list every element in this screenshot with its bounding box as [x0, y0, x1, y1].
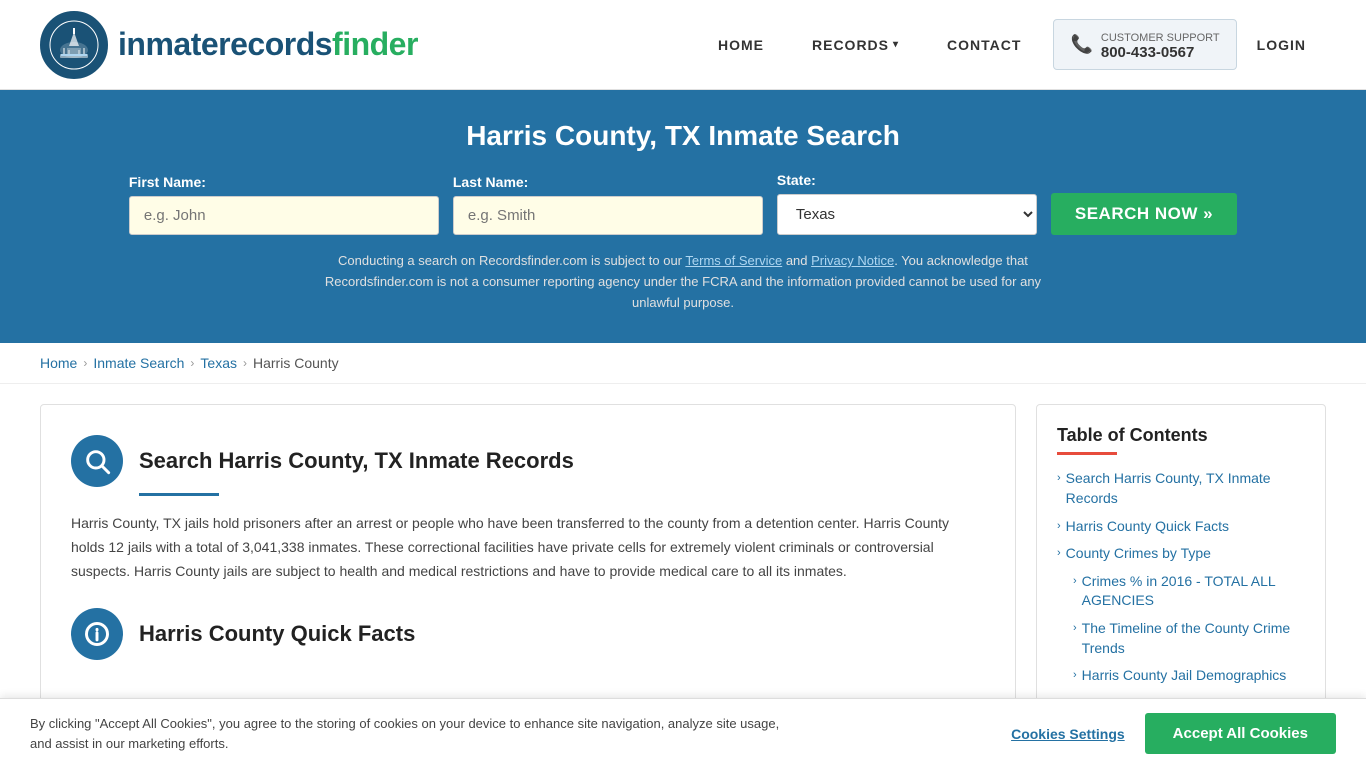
- logo-icon: [40, 11, 108, 79]
- breadcrumb-inmate-search[interactable]: Inmate Search: [93, 355, 184, 371]
- phone-icon: 📞: [1070, 34, 1092, 55]
- chevron-down-icon: ▾: [893, 39, 899, 50]
- site-header: inmaterecordsfinder HOME RECORDS ▾ CONTA…: [0, 0, 1366, 90]
- cookie-actions: Cookies Settings Accept All Cookies: [1011, 713, 1336, 754]
- first-name-input[interactable]: [129, 196, 439, 235]
- breadcrumb-current: Harris County: [253, 355, 339, 371]
- section2-header: Harris County Quick Facts: [71, 608, 985, 660]
- toc-item-1: › Search Harris County, TX Inmate Record…: [1057, 469, 1305, 508]
- toc-link-2[interactable]: › Harris County Quick Facts: [1057, 517, 1305, 537]
- chevron-right-icon: ›: [1073, 574, 1077, 589]
- search-form: First Name: Last Name: State: Texas SEAR…: [40, 172, 1326, 235]
- customer-support-button[interactable]: 📞 CUSTOMER SUPPORT 800-433-0567: [1053, 19, 1236, 70]
- breadcrumb-texas[interactable]: Texas: [200, 355, 237, 371]
- hero-section: Harris County, TX Inmate Search First Na…: [0, 90, 1366, 343]
- logo-text: inmaterecordsfinder: [118, 26, 418, 63]
- toc-link-3[interactable]: › County Crimes by Type: [1057, 544, 1305, 564]
- quick-facts-icon-circle: [71, 608, 123, 660]
- last-name-group: Last Name:: [453, 174, 763, 235]
- breadcrumb: Home › Inmate Search › Texas › Harris Co…: [0, 343, 1366, 384]
- chevron-right-icon: ›: [1057, 546, 1061, 561]
- toc-link-6[interactable]: › Harris County Jail Demographics: [1073, 666, 1305, 686]
- section1-title: Search Harris County, TX Inmate Records: [139, 448, 574, 474]
- hero-title: Harris County, TX Inmate Search: [40, 120, 1326, 152]
- chevron-right-icon: ›: [1057, 471, 1061, 486]
- toc-item-4: › Crimes % in 2016 - TOTAL ALL AGENCIES: [1073, 572, 1305, 611]
- toc-item-2: › Harris County Quick Facts: [1057, 517, 1305, 537]
- first-name-group: First Name:: [129, 174, 439, 235]
- breadcrumb-home[interactable]: Home: [40, 355, 77, 371]
- table-of-contents: Table of Contents › Search Harris County…: [1036, 404, 1326, 714]
- first-name-label: First Name:: [129, 174, 439, 190]
- section1-header: Search Harris County, TX Inmate Records: [71, 435, 985, 487]
- section1-underline: [139, 493, 219, 496]
- state-group: State: Texas: [777, 172, 1037, 235]
- section2-title: Harris County Quick Facts: [139, 621, 415, 647]
- nav-home[interactable]: HOME: [694, 27, 788, 63]
- toc-underline: [1057, 452, 1117, 455]
- section1-body: Harris County, TX jails hold prisoners a…: [71, 512, 985, 583]
- toc-link-5[interactable]: › The Timeline of the County Crime Trend…: [1073, 619, 1305, 658]
- cookie-banner: By clicking "Accept All Cookies", you ag…: [0, 698, 1366, 768]
- toc-list: › Search Harris County, TX Inmate Record…: [1057, 469, 1305, 685]
- nav-records[interactable]: RECORDS ▾: [788, 27, 923, 63]
- state-select[interactable]: Texas: [777, 194, 1037, 235]
- chevron-right-icon: ›: [1073, 621, 1077, 636]
- chevron-right-icon: ›: [1073, 668, 1077, 683]
- state-label: State:: [777, 172, 1037, 188]
- hero-disclaimer: Conducting a search on Recordsfinder.com…: [303, 251, 1063, 313]
- customer-support-info: CUSTOMER SUPPORT 800-433-0567: [1101, 28, 1220, 61]
- info-icon: [83, 620, 111, 648]
- toc-item-3: › County Crimes by Type: [1057, 544, 1305, 564]
- breadcrumb-sep-2: ›: [190, 356, 194, 370]
- content-area: Search Harris County, TX Inmate Records …: [40, 404, 1016, 714]
- last-name-label: Last Name:: [453, 174, 763, 190]
- accept-all-cookies-button[interactable]: Accept All Cookies: [1145, 713, 1336, 754]
- toc-link-4[interactable]: › Crimes % in 2016 - TOTAL ALL AGENCIES: [1073, 572, 1305, 611]
- site-logo[interactable]: inmaterecordsfinder: [40, 11, 418, 79]
- privacy-link[interactable]: Privacy Notice: [811, 253, 894, 268]
- breadcrumb-sep-1: ›: [83, 356, 87, 370]
- breadcrumb-sep-3: ›: [243, 356, 247, 370]
- main-content: Search Harris County, TX Inmate Records …: [0, 384, 1366, 734]
- last-name-input[interactable]: [453, 196, 763, 235]
- nav-login[interactable]: LOGIN: [1237, 27, 1326, 63]
- chevron-right-icon: ›: [1057, 519, 1061, 534]
- cookies-settings-button[interactable]: Cookies Settings: [1011, 726, 1125, 742]
- toc-link-1[interactable]: › Search Harris County, TX Inmate Record…: [1057, 469, 1305, 508]
- nav-contact[interactable]: CONTACT: [923, 27, 1045, 63]
- toc-title: Table of Contents: [1057, 425, 1305, 446]
- tos-link[interactable]: Terms of Service: [685, 253, 782, 268]
- main-nav: HOME RECORDS ▾ CONTACT 📞 CUSTOMER SUPPOR…: [694, 19, 1326, 70]
- search-icon-circle: [71, 435, 123, 487]
- search-icon: [83, 447, 111, 475]
- cookie-text: By clicking "Accept All Cookies", you ag…: [30, 714, 780, 753]
- search-now-button[interactable]: SEARCH NOW »: [1051, 193, 1237, 235]
- toc-item-5: › The Timeline of the County Crime Trend…: [1073, 619, 1305, 658]
- toc-item-6: › Harris County Jail Demographics: [1073, 666, 1305, 686]
